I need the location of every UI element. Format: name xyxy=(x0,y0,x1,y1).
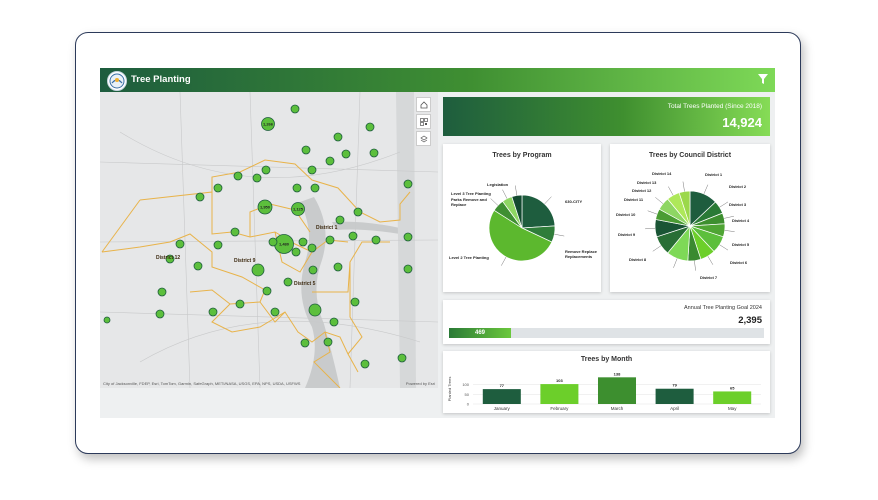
map-canvas[interactable]: 1,266 1,480 1,125 1,950 District 1 Distr… xyxy=(100,92,438,388)
program-pie[interactable] xyxy=(443,144,601,292)
pie-leader-line xyxy=(501,256,507,266)
goal-value: 2,395 xyxy=(738,315,762,326)
pie-label: District 3 xyxy=(729,202,747,207)
monthly-chart-card: Trees by Month Planted Trees 100 50 0 77 Janu… xyxy=(443,351,770,413)
total-trees-label: Total Trees Planted (Since 2018) xyxy=(667,103,762,110)
map-attribution: City of Jacksonville, FDEP, Esri, TomTom… xyxy=(103,381,301,386)
pie-label: District 1 xyxy=(705,172,723,177)
pie-leader-line xyxy=(724,230,735,232)
pie-leader-line xyxy=(645,227,656,230)
x-tick-label: May xyxy=(728,406,737,411)
y-axis-label: Planted Trees xyxy=(447,377,452,402)
pie-label: District 11 xyxy=(624,197,644,202)
pie-leader-line xyxy=(682,181,685,192)
pie-label: District 6 xyxy=(730,260,748,265)
pie-label: District 14 xyxy=(652,171,672,176)
pie-leader-line xyxy=(673,258,678,268)
x-tick-label: April xyxy=(670,406,679,411)
pie-label: District 8 xyxy=(629,257,647,262)
goal-card: Annual Tree Planting Goal 2024 2,395 469 xyxy=(443,300,770,344)
layers-icon xyxy=(419,135,428,142)
district-chart-card: Trees by Council District District 14 Di… xyxy=(610,144,770,292)
total-trees-value: 14,924 xyxy=(722,115,762,130)
goal-progress-value: 469 xyxy=(475,329,486,336)
monthly-bar-chart[interactable]: Planted Trees 100 50 0 77 January 103 February 1… xyxy=(443,351,770,413)
pie-leader-line xyxy=(647,210,658,215)
x-tick-label: March xyxy=(611,406,624,411)
filter-icon[interactable] xyxy=(758,74,768,84)
pie-label: 630-CITY xyxy=(565,199,583,204)
bar-data-label: 65 xyxy=(730,385,735,390)
pie-leader-line xyxy=(554,233,565,237)
bar[interactable] xyxy=(540,384,579,404)
pie-leader-line xyxy=(719,244,729,251)
goal-progress-fill: 469 xyxy=(449,328,511,338)
goal-label: Annual Tree Planting Goal 2024 xyxy=(684,305,762,311)
pie-leader-line xyxy=(515,185,518,196)
total-trees-card: Total Trees Planted (Since 2018) 14,924 xyxy=(443,97,770,136)
cluster-label: 1,950 xyxy=(260,205,271,210)
home-button[interactable] xyxy=(416,97,431,112)
powered-by: Powered by Esri xyxy=(405,381,435,386)
map-toolbar xyxy=(416,97,431,148)
map-view[interactable]: 1,266 1,480 1,125 1,950 District 1 Distr… xyxy=(100,92,438,388)
bar-data-label: 77 xyxy=(500,383,505,388)
pie-leader-line xyxy=(652,245,662,252)
pie-leader-line xyxy=(703,184,709,194)
district-label: District 1 xyxy=(316,225,338,231)
district-label: District 5 xyxy=(294,281,316,287)
bar-data-label: 79 xyxy=(672,383,677,388)
pie-leader-line xyxy=(544,196,552,205)
home-icon xyxy=(420,100,427,108)
pie-label: District 5 xyxy=(732,242,750,247)
pie-leader-line xyxy=(719,201,729,208)
pie-slice[interactable] xyxy=(521,194,556,229)
pie-leader-line xyxy=(707,256,714,265)
y-tick-label: 100 xyxy=(462,382,469,387)
pie-label: District 7 xyxy=(700,275,718,280)
pie-label: Remove Replace Replacements xyxy=(565,249,598,259)
program-chart-card: Trees by Program Legislation Level 3 Tre… xyxy=(443,144,601,292)
layers-button[interactable] xyxy=(416,131,431,146)
bar-data-label: 138 xyxy=(614,371,621,376)
pie-label: Level 3 Tree Planting xyxy=(451,191,491,196)
pie-label: Level 2 Tree Planting xyxy=(449,255,489,260)
qr-button[interactable] xyxy=(416,114,431,129)
bar[interactable] xyxy=(713,391,752,404)
pie-leader-line xyxy=(694,260,696,271)
x-tick-label: February xyxy=(550,406,569,411)
pie-label: District 12 xyxy=(632,188,652,193)
bar[interactable] xyxy=(597,377,637,404)
district-label: District 12 xyxy=(156,255,180,261)
pie-label: District 2 xyxy=(729,184,747,189)
goal-progress-bar: 469 xyxy=(449,328,764,338)
pie-label: Parks Remove and Replace xyxy=(451,197,487,207)
pie-leader-line xyxy=(502,189,508,199)
pie-label: District 10 xyxy=(616,212,636,217)
city-logo xyxy=(107,71,127,91)
pie-label: District 9 xyxy=(618,232,636,237)
pie-label: District 4 xyxy=(732,218,750,223)
bar[interactable] xyxy=(482,389,521,404)
y-tick-label: 0 xyxy=(467,402,470,407)
qr-code-icon xyxy=(419,117,428,126)
app-title: Tree Planting xyxy=(131,74,191,85)
pie-label: District 13 xyxy=(637,180,657,185)
district-label: District 9 xyxy=(234,258,256,264)
y-tick-label: 50 xyxy=(465,392,470,397)
header-bar: Tree Planting xyxy=(100,68,775,92)
cluster-label: 1,266 xyxy=(263,122,274,127)
pie-leader-line xyxy=(668,186,674,196)
pie-leader-line xyxy=(655,197,664,204)
cluster-label: 1,480 xyxy=(279,242,290,247)
bar-data-label: 103 xyxy=(556,378,563,383)
bar[interactable] xyxy=(655,388,694,404)
pie-label: Legislation xyxy=(487,182,509,187)
x-tick-label: January xyxy=(494,406,511,411)
cluster-label: 1,125 xyxy=(293,207,304,212)
dashboard: Tree Planting 1,266 1,480 1,125 1,950 Di… xyxy=(100,68,775,418)
